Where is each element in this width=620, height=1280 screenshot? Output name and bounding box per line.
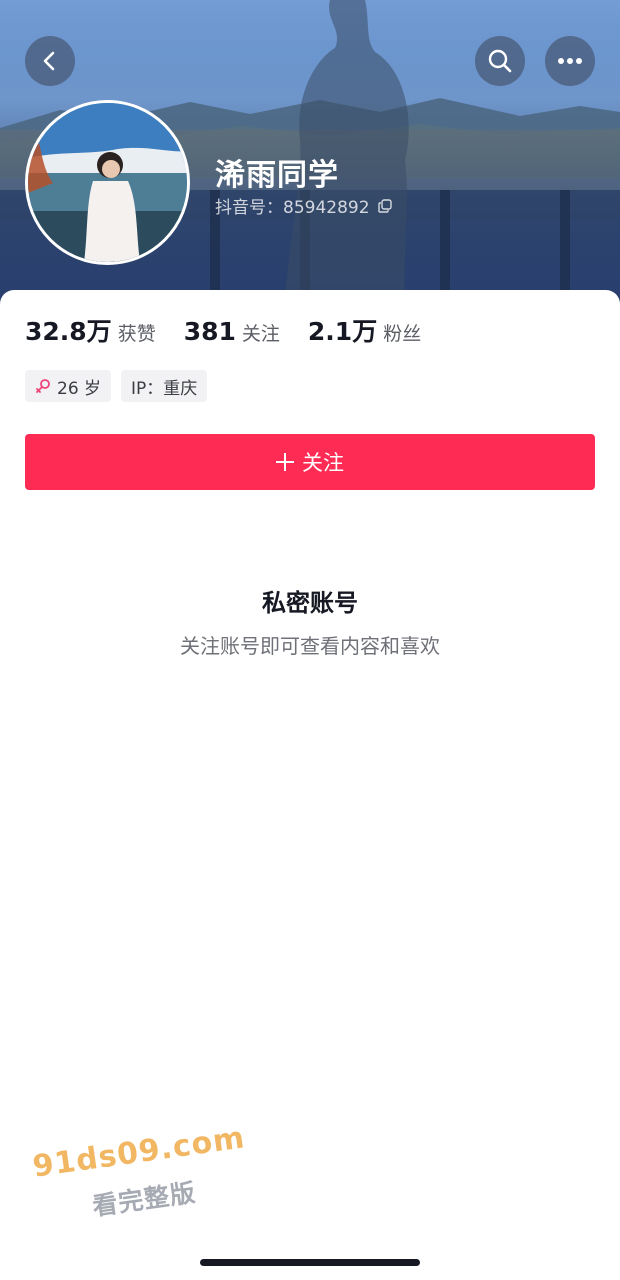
private-account-subtitle: 关注账号即可查看内容和喜欢: [180, 634, 440, 658]
ip-text: IP：重庆: [131, 378, 198, 399]
search-button[interactable]: [475, 36, 525, 86]
douyin-id-text: 抖音号：85942892: [215, 193, 370, 218]
douyin-id-value: 85942892: [283, 198, 370, 218]
profile-cover: 浠雨同学 抖音号：85942892: [0, 0, 620, 310]
stat-value: 32.8万: [25, 317, 112, 346]
stat-following[interactable]: 381 关注: [184, 317, 280, 346]
age-text: 26 岁: [57, 378, 102, 399]
home-indicator[interactable]: [200, 1259, 420, 1266]
more-dots-icon: [558, 58, 582, 64]
stat-followers[interactable]: 2.1万 粉丝: [308, 312, 421, 348]
profile-card: 32.8万 获赞 381 关注 2.1万 粉丝 26 岁 IP：重庆 关注 私密…: [0, 290, 620, 1280]
douyin-id[interactable]: 抖音号：85942892: [215, 193, 392, 218]
display-name: 浠雨同学: [215, 158, 339, 193]
more-button[interactable]: [545, 36, 595, 86]
stat-value: 2.1万: [307, 317, 378, 346]
search-icon: [488, 49, 512, 73]
female-icon: [36, 379, 50, 393]
douyin-id-label: 抖音号：: [215, 198, 283, 218]
private-account-title: 私密账号: [262, 589, 358, 617]
stat-value: 381: [183, 317, 236, 346]
copy-icon[interactable]: [377, 198, 392, 213]
follow-button-label: 关注: [302, 451, 344, 475]
avatar-photo: [28, 103, 187, 262]
profile-stats: 32.8万 获赞 381 关注 2.1万 粉丝: [25, 312, 449, 348]
plus-icon: [276, 453, 294, 471]
profile-tags: 26 岁 IP：重庆: [25, 370, 208, 402]
stat-likes[interactable]: 32.8万 获赞: [25, 312, 156, 348]
follow-button[interactable]: 关注: [25, 434, 595, 490]
stat-label: 粉丝: [383, 323, 422, 345]
ip-tag: IP：重庆: [121, 370, 208, 402]
back-button[interactable]: [25, 36, 75, 86]
stat-label: 获赞: [117, 323, 156, 345]
age-tag: 26 岁: [25, 370, 112, 402]
avatar[interactable]: [25, 100, 190, 265]
chevron-left-icon: [43, 51, 55, 71]
stat-label: 关注: [241, 323, 280, 345]
